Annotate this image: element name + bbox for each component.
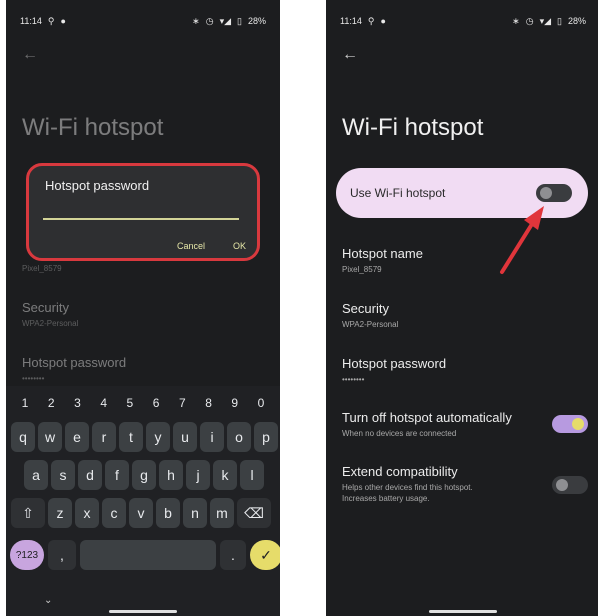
key-q[interactable]: q — [11, 422, 35, 452]
battery-percent: 28% — [247, 16, 266, 26]
key-row-1: q w e r t y u i o p — [11, 422, 278, 452]
alarm-icon: ◷ — [205, 15, 214, 26]
keyboard: 1 2 3 4 5 6 7 8 9 0 q w e r t y u i o p … — [6, 386, 280, 616]
hotspot-password-dialog: Hotspot password Cancel OK — [26, 163, 260, 261]
key-row-2: a s d f g h j k l — [24, 460, 264, 490]
hotspot-password-value: •••••••• — [22, 374, 45, 383]
extend-compatibility-toggle[interactable] — [552, 476, 588, 494]
hotspot-password-value: •••••••• — [342, 375, 365, 384]
key-y[interactable]: y — [146, 422, 170, 452]
cancel-button[interactable]: Cancel — [177, 241, 205, 251]
key-0[interactable]: 0 — [248, 396, 274, 410]
key-p[interactable]: p — [254, 422, 278, 452]
back-arrow-icon[interactable]: ← — [22, 46, 38, 64]
key-f[interactable]: f — [105, 460, 129, 490]
extend-compatibility-subtitle-2: Increases battery usage. — [342, 494, 430, 503]
key-1[interactable]: 1 — [12, 396, 38, 410]
key-m[interactable]: m — [210, 498, 234, 528]
key-8[interactable]: 8 — [196, 396, 222, 410]
status-bar: 11:14 ⚲ ● ∗ ◷ ▾◢ ▯ 28% — [20, 14, 266, 28]
key-h[interactable]: h — [159, 460, 183, 490]
key-row-3: ⇧ z x c v b n m ⌫ — [11, 498, 271, 528]
extend-compatibility-subtitle-1: Helps other devices find this hotspot. — [342, 483, 473, 492]
key-9[interactable]: 9 — [222, 396, 248, 410]
hide-keyboard-chevron-icon[interactable]: ⌄ — [44, 595, 52, 606]
key-d[interactable]: d — [78, 460, 102, 490]
right-phone-screen: 11:14 ⚲ ● ∗ ◷ ▾◢ ▯ 28% ← Wi-Fi hotspot U… — [326, 0, 598, 616]
turn-off-automatically-title[interactable]: Turn off hotspot automatically — [342, 410, 512, 425]
password-input[interactable] — [43, 218, 239, 220]
symbols-key[interactable]: ?123 — [10, 540, 44, 570]
link-icon: ⚲ — [47, 15, 55, 26]
toggle-thumb — [556, 479, 568, 491]
number-row: 1 2 3 4 5 6 7 8 9 0 — [12, 396, 274, 410]
home-gesture-bar[interactable] — [109, 610, 177, 613]
key-5[interactable]: 5 — [117, 396, 143, 410]
key-4[interactable]: 4 — [91, 396, 117, 410]
security-value: WPA2-Personal — [22, 319, 79, 328]
wifi-signal-icon: ▾◢ — [219, 15, 232, 26]
key-row-4: ?123 , . ✓ — [10, 540, 280, 570]
shift-key-icon[interactable]: ⇧ — [11, 498, 45, 528]
key-t[interactable]: t — [119, 422, 143, 452]
key-j[interactable]: j — [186, 460, 210, 490]
hotspot-password-title[interactable]: Hotspot password — [22, 355, 126, 370]
ok-button[interactable]: OK — [233, 241, 246, 251]
comma-key[interactable]: , — [48, 540, 76, 570]
location-icon: ● — [60, 16, 66, 26]
key-u[interactable]: u — [173, 422, 197, 452]
key-e[interactable]: e — [65, 422, 89, 452]
key-7[interactable]: 7 — [169, 396, 195, 410]
key-x[interactable]: x — [75, 498, 99, 528]
key-k[interactable]: k — [213, 460, 237, 490]
key-a[interactable]: a — [24, 460, 48, 490]
key-o[interactable]: o — [227, 422, 251, 452]
key-v[interactable]: v — [129, 498, 153, 528]
period-key[interactable]: . — [220, 540, 246, 570]
key-z[interactable]: z — [48, 498, 72, 528]
key-b[interactable]: b — [156, 498, 180, 528]
turn-off-automatically-toggle[interactable] — [552, 415, 588, 433]
home-gesture-bar[interactable] — [429, 610, 497, 613]
toggle-thumb — [572, 418, 584, 430]
hotspot-name-value: Pixel_8579 — [22, 264, 62, 273]
hotspot-name-value: Pixel_8579 — [342, 265, 382, 274]
key-3[interactable]: 3 — [64, 396, 90, 410]
enter-check-icon[interactable]: ✓ — [250, 540, 280, 570]
dialog-title: Hotspot password — [45, 178, 150, 193]
key-n[interactable]: n — [183, 498, 207, 528]
security-value: WPA2-Personal — [342, 320, 399, 329]
security-title[interactable]: Security — [342, 301, 389, 316]
key-6[interactable]: 6 — [143, 396, 169, 410]
backspace-key-icon[interactable]: ⌫ — [237, 498, 271, 528]
status-time: 11:14 — [20, 16, 42, 26]
space-key[interactable] — [80, 540, 216, 570]
hotspot-password-title[interactable]: Hotspot password — [342, 356, 446, 371]
turn-off-automatically-subtitle: When no devices are connected — [342, 429, 457, 438]
key-c[interactable]: c — [102, 498, 126, 528]
key-w[interactable]: w — [38, 422, 62, 452]
key-s[interactable]: s — [51, 460, 75, 490]
key-l[interactable]: l — [240, 460, 264, 490]
key-2[interactable]: 2 — [38, 396, 64, 410]
page-title: Wi-Fi hotspot — [22, 114, 164, 141]
key-g[interactable]: g — [132, 460, 156, 490]
bluetooth-icon: ∗ — [192, 15, 200, 26]
hotspot-name-title[interactable]: Hotspot name — [342, 246, 423, 261]
battery-icon: ▯ — [237, 15, 242, 26]
key-i[interactable]: i — [200, 422, 224, 452]
key-r[interactable]: r — [92, 422, 116, 452]
security-title[interactable]: Security — [22, 300, 69, 315]
extend-compatibility-title[interactable]: Extend compatibility — [342, 464, 458, 479]
left-phone-screen: 11:14 ⚲ ● ∗ ◷ ▾◢ ▯ 28% ← Wi-Fi hotspot P… — [6, 0, 280, 616]
